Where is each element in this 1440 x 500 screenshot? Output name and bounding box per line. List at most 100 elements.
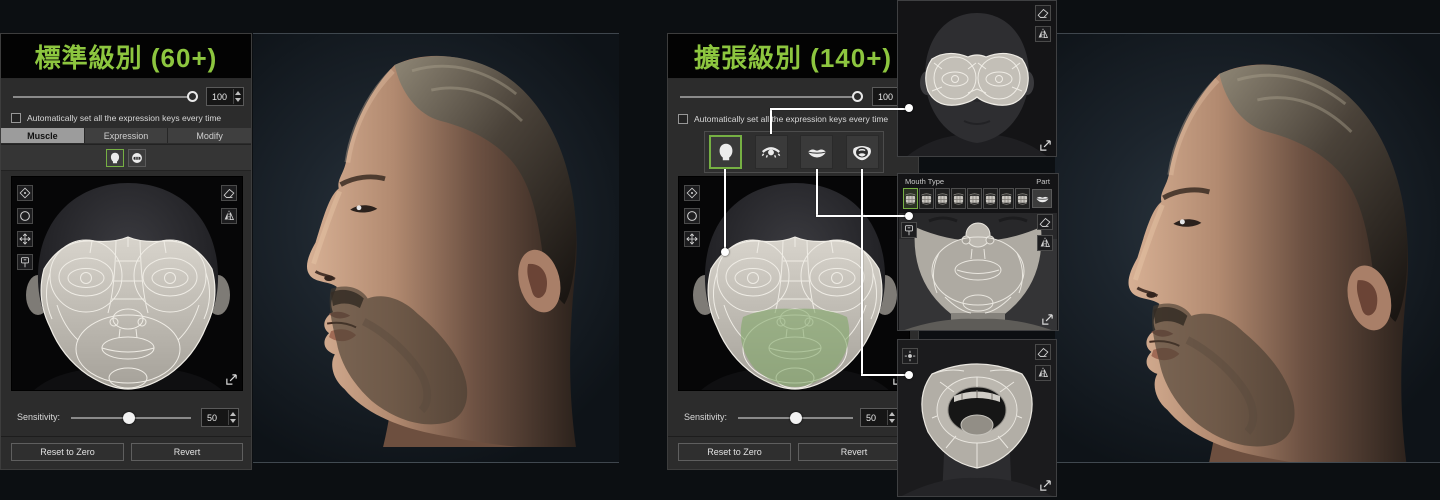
auto-key-checkbox-row: Automatically set all the expression key… xyxy=(11,113,221,123)
auto-key-checkbox[interactable] xyxy=(11,113,21,123)
jaw-open-part-button[interactable] xyxy=(846,135,879,169)
eraser-icon xyxy=(1036,6,1050,20)
teeth-icon xyxy=(1016,189,1029,208)
rotate-tool-button[interactable] xyxy=(684,208,700,224)
revert-button[interactable]: Revert xyxy=(798,443,910,461)
face-callout-line xyxy=(724,169,726,251)
muscle-face-render xyxy=(12,177,243,391)
standard-muscle-viewport[interactable] xyxy=(11,176,243,391)
spin-down-icon[interactable] xyxy=(230,419,236,423)
rotate-tool-button[interactable] xyxy=(17,208,33,224)
orbit-tool-button[interactable] xyxy=(17,185,33,201)
lips-callout-line xyxy=(816,215,909,217)
sensitivity-value: 50 xyxy=(207,413,217,423)
eraser-button[interactable] xyxy=(221,185,237,201)
strength-slider-handle[interactable] xyxy=(187,91,198,102)
auto-key-checkbox[interactable] xyxy=(678,114,688,124)
mirror-button[interactable] xyxy=(1037,235,1053,251)
mouth-type-thumb[interactable] xyxy=(999,188,1014,209)
sensitivity-spinbox[interactable]: 50 xyxy=(860,408,898,427)
eraser-button[interactable] xyxy=(1035,344,1051,360)
spin-up-icon[interactable] xyxy=(889,412,895,416)
tab-muscle[interactable]: Muscle xyxy=(1,128,84,143)
eye-part-button[interactable] xyxy=(755,135,788,169)
mirror-button[interactable] xyxy=(1035,365,1051,381)
strength-slider-track[interactable] xyxy=(13,96,193,98)
key-tool-button[interactable] xyxy=(17,254,33,270)
spin-arrows[interactable] xyxy=(233,89,242,104)
spin-arrows[interactable] xyxy=(887,410,896,425)
spin-down-icon[interactable] xyxy=(235,98,241,102)
sensitivity-slider-handle[interactable] xyxy=(123,412,135,424)
mirror-icon xyxy=(222,209,236,223)
extended-head-photo xyxy=(1055,33,1440,463)
sensitivity-label: Sensitivity: xyxy=(684,412,727,422)
mouth-type-thumb[interactable] xyxy=(1015,188,1030,209)
sensitivity-value: 50 xyxy=(866,413,876,423)
reset-to-zero-button[interactable]: Reset to Zero xyxy=(11,443,124,461)
grin-icon xyxy=(130,151,144,165)
lips-callout-line xyxy=(816,169,818,216)
head-profile-render xyxy=(253,34,619,463)
strength-value: 100 xyxy=(878,92,893,102)
standard-head-photo xyxy=(253,33,619,463)
tab-expression[interactable]: Expression xyxy=(85,128,168,143)
spin-arrows[interactable] xyxy=(228,410,237,425)
strength-slider-track[interactable] xyxy=(680,96,858,98)
mirror-button[interactable] xyxy=(1035,26,1051,42)
eraser-button[interactable] xyxy=(1037,214,1053,230)
mouth-type-thumb[interactable] xyxy=(903,188,918,209)
mirror-icon xyxy=(1036,27,1050,41)
spin-up-icon[interactable] xyxy=(235,91,241,95)
mouth-type-thumb[interactable] xyxy=(935,188,950,209)
expand-viewport-button[interactable] xyxy=(1041,313,1054,326)
teeth-icon xyxy=(1000,189,1013,208)
expand-corner-icon xyxy=(225,373,238,386)
extended-muscle-viewport[interactable] xyxy=(678,176,910,391)
spin-up-icon[interactable] xyxy=(230,412,236,416)
auto-key-label: Automatically set all the expression key… xyxy=(694,114,888,124)
orbit-tool-button[interactable] xyxy=(684,185,700,201)
comparison-screenshot: 標準級別 (60+) 100 Automatically set all the… xyxy=(0,0,1440,500)
eraser-button[interactable] xyxy=(1035,5,1051,21)
mouth-type-thumb[interactable] xyxy=(967,188,982,209)
head-muscles-button[interactable] xyxy=(106,149,124,167)
key-icon xyxy=(902,223,916,237)
eye-region-render xyxy=(898,1,1056,157)
spin-down-icon[interactable] xyxy=(889,419,895,423)
light-tool-button[interactable] xyxy=(902,348,918,364)
strength-value: 100 xyxy=(212,92,227,102)
mouth-type-thumb[interactable] xyxy=(919,188,934,209)
eye-region-panel xyxy=(897,0,1057,157)
sensitivity-slider-handle[interactable] xyxy=(790,412,802,424)
mouth-type-thumb[interactable] xyxy=(951,188,966,209)
jaw-open-part-icon xyxy=(851,141,873,163)
mirror-button[interactable] xyxy=(221,208,237,224)
lips-part-button[interactable] xyxy=(800,135,833,169)
eye-callout-dot xyxy=(905,104,913,112)
standard-face-key-panel: 標準級別 (60+) 100 Automatically set all the… xyxy=(0,33,252,470)
teeth-icon xyxy=(968,189,981,208)
face-parts-toolbar xyxy=(704,131,884,173)
pan-tool-button[interactable] xyxy=(17,231,33,247)
sensitivity-spinbox[interactable]: 50 xyxy=(201,408,239,427)
expand-viewport-button[interactable] xyxy=(1039,139,1052,152)
strength-value-spinbox[interactable]: 100 xyxy=(206,87,244,106)
pan-icon xyxy=(685,232,699,246)
face-callout-dot xyxy=(721,248,729,256)
jaw-callout-line xyxy=(861,374,909,376)
revert-button[interactable]: Revert xyxy=(131,443,243,461)
reset-to-zero-button[interactable]: Reset to Zero xyxy=(678,443,791,461)
strength-slider-handle[interactable] xyxy=(852,91,863,102)
pan-tool-button[interactable] xyxy=(684,231,700,247)
key-tool-button[interactable] xyxy=(901,222,917,238)
face-part-button[interactable] xyxy=(709,135,742,169)
expand-viewport-button[interactable] xyxy=(225,373,238,386)
teeth-muscles-button[interactable] xyxy=(128,149,146,167)
orbit-icon xyxy=(685,186,699,200)
expand-viewport-button[interactable] xyxy=(1039,479,1052,492)
tab-modify[interactable]: Modify xyxy=(168,128,251,143)
part-lips-button[interactable] xyxy=(1032,189,1052,208)
mouth-type-thumb[interactable] xyxy=(983,188,998,209)
lips-callout-dot xyxy=(905,212,913,220)
